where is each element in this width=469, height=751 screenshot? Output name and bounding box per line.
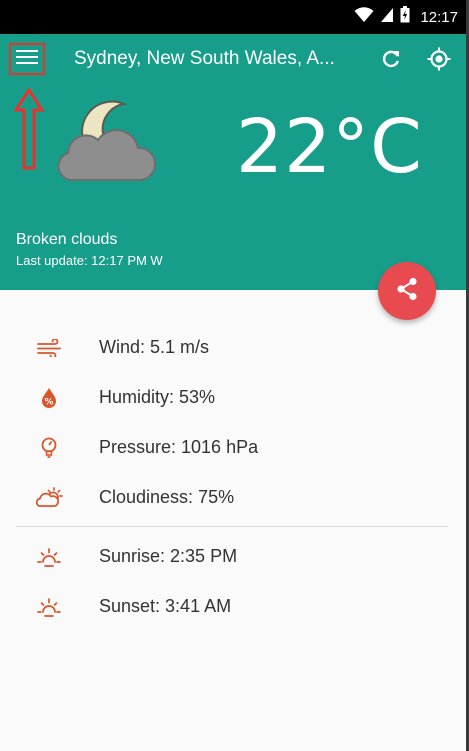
pressure-icon — [34, 436, 64, 460]
battery-icon — [400, 6, 410, 28]
sunset-icon — [34, 595, 64, 619]
app-screen: 12:17 Sydney, New South Wales, A... 22°C… — [0, 0, 466, 751]
refresh-icon — [380, 48, 402, 75]
share-button[interactable] — [378, 262, 436, 320]
humidity-row: % Humidity: 53% — [0, 378, 466, 418]
annotation-arrow-icon — [13, 87, 45, 170]
sunset-row: Sunset: 3:41 AM — [0, 587, 466, 627]
locate-button[interactable] — [424, 46, 454, 76]
sunrise-text: Sunrise: 2:35 PM — [99, 546, 238, 566]
share-icon — [396, 277, 418, 306]
weather-header: Sydney, New South Wales, A... 22°C Broke… — [0, 34, 466, 290]
menu-icon — [16, 49, 38, 70]
sunrise-icon — [34, 545, 64, 569]
refresh-button[interactable] — [376, 46, 406, 76]
humidity-icon: % — [34, 386, 64, 410]
temperature-display: 22°C — [236, 104, 423, 190]
wind-icon — [34, 336, 64, 360]
wind-text: Wind: 5.1 m/s — [99, 337, 210, 357]
sunset-text: Sunset: 3:41 AM — [99, 596, 232, 616]
weather-condition: Broken clouds — [16, 231, 118, 248]
location-title: Sydney, New South Wales, A... — [74, 48, 335, 69]
section-divider — [16, 526, 448, 527]
cloudiness-text: Cloudiness: 75% — [99, 487, 235, 507]
wifi-icon — [354, 6, 374, 28]
status-icons: 12:17 — [354, 0, 458, 34]
sunrise-row: Sunrise: 2:35 PM — [0, 537, 466, 577]
wind-row: Wind: 5.1 m/s — [0, 328, 466, 368]
menu-button[interactable] — [9, 43, 45, 75]
cloudiness-row: Cloudiness: 75% — [0, 478, 466, 518]
pressure-text: Pressure: 1016 hPa — [99, 437, 259, 457]
cloud-sun-icon — [34, 486, 64, 510]
locate-icon — [427, 47, 451, 76]
humidity-text: Humidity: 53% — [99, 387, 216, 407]
signal-icon — [380, 7, 394, 28]
last-update-text: Last update: 12:17 PM W — [16, 253, 163, 268]
svg-text:%: % — [44, 398, 53, 408]
status-bar: 12:17 — [0, 0, 466, 34]
status-time: 12:17 — [420, 8, 458, 26]
pressure-row: Pressure: 1016 hPa — [0, 428, 466, 468]
cloud-moon-icon — [50, 96, 166, 192]
